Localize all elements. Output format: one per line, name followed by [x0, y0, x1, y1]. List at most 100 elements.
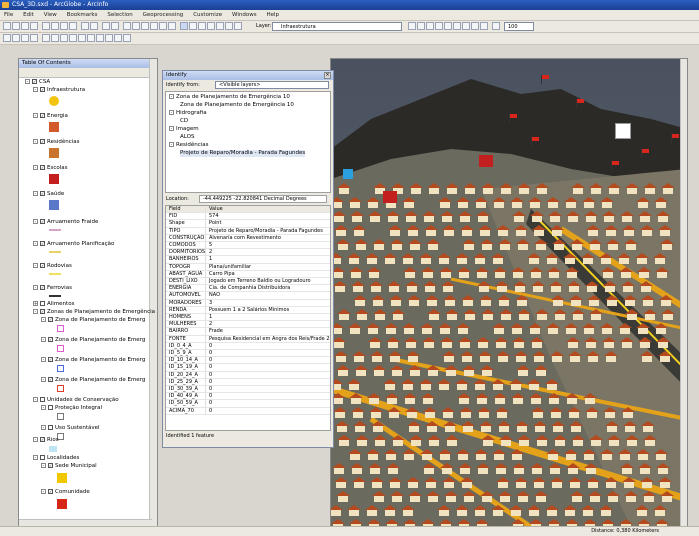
house-marker-icon[interactable]: [622, 225, 636, 237]
hospital-marker-icon[interactable]: [615, 123, 631, 139]
house-marker-icon[interactable]: [565, 267, 579, 279]
house-marker-icon[interactable]: [602, 337, 616, 349]
house-marker-icon[interactable]: [334, 225, 348, 237]
house-marker-icon[interactable]: [391, 309, 405, 321]
house-marker-icon[interactable]: [642, 491, 656, 503]
house-marker-icon[interactable]: [517, 435, 531, 447]
house-marker-icon[interactable]: [333, 407, 347, 419]
house-marker-icon[interactable]: [600, 449, 614, 461]
house-marker-icon[interactable]: [480, 239, 494, 251]
python-icon[interactable]: [168, 22, 176, 30]
house-marker-icon[interactable]: [582, 449, 596, 461]
house-marker-icon[interactable]: [347, 253, 361, 265]
house-marker-icon[interactable]: [425, 421, 439, 433]
layer-checkbox[interactable]: ✓: [40, 285, 45, 290]
layer-select[interactable]: Infraestrutura: [272, 22, 402, 31]
layer-checkbox[interactable]: [48, 425, 53, 430]
layer-checkbox[interactable]: ✓: [48, 377, 53, 382]
house-marker-icon[interactable]: [386, 337, 400, 349]
house-marker-icon[interactable]: [498, 239, 512, 251]
menu-geoprocessing[interactable]: Geoprocessing: [139, 10, 188, 20]
house-marker-icon[interactable]: [336, 365, 350, 377]
house-marker-icon[interactable]: [402, 197, 416, 209]
house-marker-icon[interactable]: [355, 309, 369, 321]
house-marker-icon[interactable]: [388, 225, 402, 237]
edit-tool-icon[interactable]: [408, 22, 416, 30]
pan-tool-icon[interactable]: [69, 34, 77, 42]
house-marker-icon[interactable]: [462, 239, 476, 251]
open-icon[interactable]: [12, 22, 20, 30]
house-marker-icon[interactable]: [368, 211, 382, 223]
new-icon[interactable]: [3, 22, 11, 30]
table-row[interactable]: HOMENS 1: [166, 314, 330, 322]
house-marker-icon[interactable]: [440, 463, 454, 475]
collapse-icon[interactable]: -: [41, 317, 46, 322]
house-marker-icon[interactable]: [372, 491, 386, 503]
find-tool-icon[interactable]: [105, 34, 113, 42]
house-marker-icon[interactable]: [546, 323, 560, 335]
house-marker-icon[interactable]: [589, 435, 603, 447]
collapse-icon[interactable]: -: [33, 455, 38, 460]
house-marker-icon[interactable]: [605, 295, 619, 307]
house-marker-icon[interactable]: [492, 323, 506, 335]
house-marker-icon[interactable]: [624, 239, 638, 251]
toc-layer-2[interactable]: - ✓ Energia: [33, 113, 68, 120]
house-marker-icon[interactable]: [547, 267, 561, 279]
house-marker-icon[interactable]: [510, 449, 524, 461]
house-marker-icon[interactable]: [426, 365, 440, 377]
house-marker-icon[interactable]: [475, 267, 489, 279]
house-marker-icon[interactable]: [661, 183, 675, 195]
house-marker-icon[interactable]: [653, 253, 667, 265]
house-marker-icon[interactable]: [462, 491, 476, 503]
flag-marker-icon[interactable]: [531, 137, 540, 146]
info-marker-icon[interactable]: [343, 169, 353, 179]
collapse-icon[interactable]: -: [33, 437, 38, 442]
house-marker-icon[interactable]: [440, 211, 454, 223]
toc-layer-7[interactable]: - ✓ Arruamento Planificação: [33, 241, 114, 248]
house-marker-icon[interactable]: [581, 253, 595, 265]
house-marker-icon[interactable]: [422, 463, 436, 475]
house-marker-icon[interactable]: [419, 253, 433, 265]
menu-help[interactable]: Help: [263, 10, 284, 20]
house-marker-icon[interactable]: [336, 239, 350, 251]
house-marker-icon[interactable]: [515, 295, 529, 307]
layer-checkbox[interactable]: [48, 405, 53, 410]
house-marker-icon[interactable]: [371, 421, 385, 433]
house-marker-icon[interactable]: [584, 463, 598, 475]
house-marker-icon[interactable]: [499, 435, 513, 447]
house-marker-icon[interactable]: [353, 295, 367, 307]
house-marker-icon[interactable]: [404, 337, 418, 349]
house-marker-icon[interactable]: [588, 239, 602, 251]
house-marker-icon[interactable]: [654, 449, 668, 461]
house-marker-icon[interactable]: [438, 197, 452, 209]
house-marker-icon[interactable]: [565, 393, 579, 405]
house-marker-icon[interactable]: [531, 407, 545, 419]
menu-windows[interactable]: Windows: [228, 10, 261, 20]
layer-checkbox[interactable]: ✓: [40, 113, 45, 118]
house-marker-icon[interactable]: [406, 225, 420, 237]
menu-customize[interactable]: Customize: [189, 10, 226, 20]
layer-checkbox[interactable]: ✓: [48, 357, 53, 362]
house-marker-icon[interactable]: [353, 421, 367, 433]
menu-selection[interactable]: Selection: [103, 10, 136, 20]
house-marker-icon[interactable]: [386, 463, 400, 475]
house-marker-icon[interactable]: [620, 211, 634, 223]
hyperlink-icon[interactable]: [444, 22, 452, 30]
house-marker-icon[interactable]: [407, 421, 421, 433]
layer-checkbox[interactable]: ✓: [32, 79, 37, 84]
menu-view[interactable]: View: [40, 10, 61, 20]
collapse-icon[interactable]: -: [41, 377, 46, 382]
identify-icon[interactable]: [234, 22, 242, 30]
house-marker-icon[interactable]: [531, 281, 545, 293]
house-marker-icon[interactable]: [409, 183, 423, 195]
house-marker-icon[interactable]: [550, 351, 564, 363]
house-marker-icon[interactable]: [581, 505, 595, 517]
house-marker-icon[interactable]: [516, 365, 530, 377]
house-marker-icon[interactable]: [402, 449, 416, 461]
house-marker-icon[interactable]: [352, 351, 366, 363]
table-row[interactable]: ID_5_9_A 0: [166, 350, 330, 358]
house-marker-icon[interactable]: [480, 365, 494, 377]
house-marker-icon[interactable]: [607, 435, 621, 447]
house-marker-icon[interactable]: [654, 197, 668, 209]
house-marker-icon[interactable]: [437, 253, 451, 265]
